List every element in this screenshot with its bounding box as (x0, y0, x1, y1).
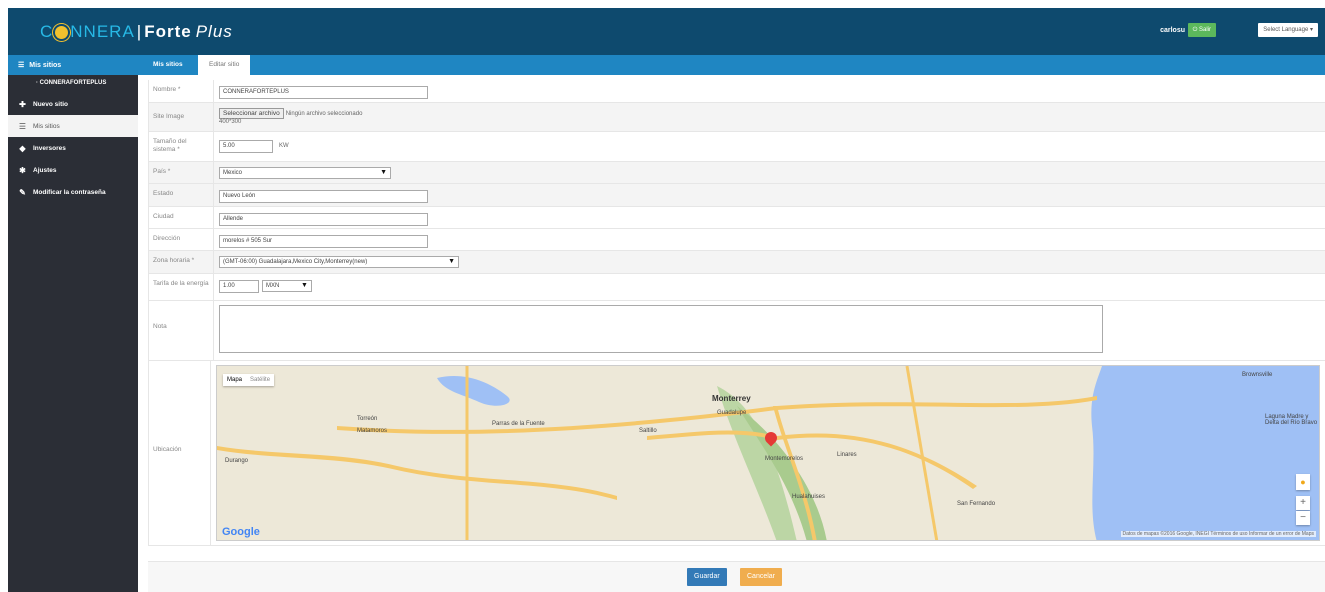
pegman-icon[interactable]: ● (1296, 474, 1310, 490)
form-actions: Guardar Cancelar (148, 561, 1325, 592)
list-icon: ☰ (18, 121, 27, 131)
form-row-zona: Zona horaria * (GMT-06:00) Guadalajara,M… (148, 251, 1325, 274)
top-bar: C NNERA | Forte Plus carlosu ⏻ Salir Sel… (8, 8, 1325, 55)
caret-down-icon: ▼ (380, 169, 387, 176)
moneda-select[interactable]: MXN ▼ (261, 280, 312, 292)
form-row-direccion: Dirección morelos # 505 Sur (148, 229, 1325, 251)
sidebar-header[interactable]: ☰ Mis sitios (8, 55, 138, 75)
edit-site-form: Nombre * CONNERAFORTEPLUS Site Image Sel… (148, 80, 1325, 546)
pais-select[interactable]: Mexico ▼ (219, 167, 391, 179)
map-label: San Fernando (957, 501, 996, 507)
tab-editar-sitio[interactable]: Editar sitio (198, 55, 251, 75)
zoom-in-button[interactable]: + (1296, 496, 1310, 510)
zona-select[interactable]: (GMT-06:00) Guadalajara,Mexico City,Mont… (219, 256, 459, 268)
direccion-label: Dirección (149, 229, 214, 250)
file-status: Ningún archivo seleccionado (285, 111, 363, 117)
ciudad-input[interactable]: Allende (219, 213, 428, 226)
ciudad-label: Ciudad (149, 207, 214, 228)
sidebar-item-mis-sitios[interactable]: ☰ Mis sitios (8, 115, 138, 137)
map-label: Hualahuises (792, 494, 826, 500)
save-button[interactable]: Guardar (687, 568, 727, 586)
sidebar-item-ajustes[interactable]: ✱ Ajustes (8, 159, 138, 181)
sun-icon (55, 25, 69, 39)
logout-button[interactable]: ⏻ Salir (1187, 23, 1216, 37)
tamano-label: Tamaño del sistema * (149, 132, 214, 161)
image-size-hint: 400*300 (219, 119, 242, 125)
form-row-tarifa: Tarifa de la energía 1.00 MXN ▼ (148, 274, 1325, 301)
map-attribution[interactable]: Datos de mapas ©2016 Google, INEGI Térmi… (1120, 531, 1316, 537)
sidebar: ☰ Mis sitios · CONNERAFORTEPLUS ✚ Nuevo … (8, 55, 138, 592)
estado-input[interactable]: Nuevo León (219, 190, 428, 203)
form-row-nota: Nota (148, 301, 1325, 361)
zoom-out-button[interactable]: − (1296, 511, 1310, 525)
tab-mis-sitios[interactable]: Mis sitios (142, 55, 194, 75)
map-label: Durango (225, 458, 249, 464)
plus-icon: ✚ (19, 99, 26, 109)
form-row-estado: Estado Nuevo León (148, 184, 1325, 207)
username[interactable]: carlosu (1160, 27, 1185, 34)
image-label: Site Image (149, 103, 214, 131)
language-select[interactable]: Select Language ▾ (1258, 23, 1318, 37)
google-logo: Google (222, 526, 260, 538)
form-row-image: Site Image Seleccionar archivo Ningún ar… (148, 103, 1325, 132)
sidebar-item-nuevo-sitio[interactable]: ✚ Nuevo sitio (8, 93, 138, 115)
nota-label: Nota (149, 301, 214, 360)
logo[interactable]: C NNERA | Forte Plus (40, 22, 233, 42)
form-row-nombre: Nombre * CONNERAFORTEPLUS (148, 80, 1325, 103)
map-label: Monterrey (712, 394, 751, 403)
caret-down-icon: ▼ (301, 282, 308, 289)
estado-label: Estado (149, 184, 214, 206)
ubicacion-label: Ubicación (149, 361, 211, 545)
map-label: Linares (837, 452, 857, 458)
menu-icon: ☰ (18, 62, 25, 69)
pais-label: País * (149, 162, 214, 183)
map-type-control: Mapa Satélite (223, 374, 275, 386)
sidebar-item-contrasena[interactable]: ✎ Modificar la contraseña (8, 181, 138, 203)
tab-bar: Mis sitios Editar sitio (138, 55, 1325, 75)
tarifa-label: Tarifa de la energía (149, 274, 214, 300)
nombre-label: Nombre * (149, 80, 214, 102)
map-label: Parras de la Fuente (492, 421, 545, 427)
cancel-button[interactable]: Cancelar (740, 568, 783, 586)
map-label: Saltillo (639, 428, 657, 434)
map-label: Laguna Madre y Delta del Río Bravo (1265, 414, 1318, 426)
map-terrain (217, 366, 1319, 540)
map-label: Brownsville (1242, 372, 1273, 378)
tamano-unit: KW (278, 143, 289, 149)
edit-icon: ✎ (19, 187, 26, 197)
zona-label: Zona horaria * (149, 251, 214, 273)
caret-down-icon: ▼ (448, 258, 455, 265)
sidebar-site-item[interactable]: · CONNERAFORTEPLUS (8, 75, 138, 93)
nombre-input[interactable]: CONNERAFORTEPLUS (219, 86, 428, 99)
form-row-pais: País * Mexico ▼ (148, 162, 1325, 184)
file-select-button[interactable]: Seleccionar archivo (219, 108, 284, 119)
form-row-tamano: Tamaño del sistema * 5.00 KW (148, 132, 1325, 162)
car-icon: ◆ (19, 143, 26, 153)
location-map[interactable]: Mapa Satélite Monterrey Guadalupe Montem… (216, 365, 1320, 541)
map-label: Torreón (357, 416, 378, 422)
map-label: Montemorelos (765, 456, 804, 462)
gear-icon: ✱ (19, 165, 26, 175)
form-row-ciudad: Ciudad Allende (148, 207, 1325, 229)
direccion-input[interactable]: morelos # 505 Sur (219, 235, 428, 248)
tarifa-input[interactable]: 1.00 (219, 280, 259, 293)
form-row-ubicacion: Ubicación Mapa Satélite Monterrey Guadal… (148, 361, 1325, 546)
map-label: Guadalupe (717, 410, 747, 416)
map-type-mapa[interactable]: Mapa (223, 374, 246, 386)
tamano-input[interactable]: 5.00 (219, 140, 273, 153)
map-type-satelite[interactable]: Satélite (246, 374, 274, 386)
nota-textarea[interactable] (219, 305, 1103, 353)
sidebar-item-inversores[interactable]: ◆ Inversores (8, 137, 138, 159)
map-label: Matamoros (357, 428, 388, 434)
